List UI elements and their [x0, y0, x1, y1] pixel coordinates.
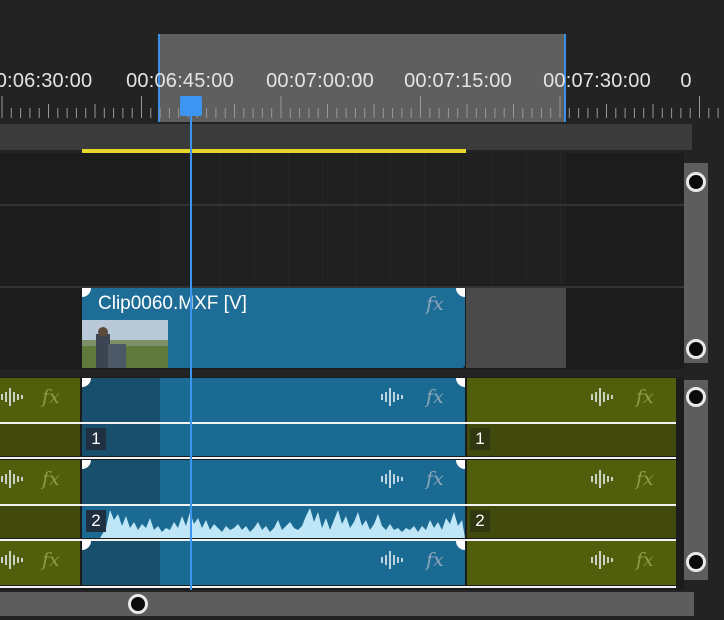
timecode-label: 00:07:00:00	[266, 70, 374, 92]
grid-line	[288, 153, 289, 285]
waveform-icon	[1, 388, 23, 406]
waveform-icon	[381, 388, 403, 406]
scroll-handle-top[interactable]	[686, 172, 706, 192]
waveform-icon	[1, 470, 23, 488]
grid-line	[424, 153, 425, 285]
audio-clip-shade	[82, 541, 160, 585]
grid-line	[322, 153, 323, 285]
scroll-handle-bottom[interactable]	[686, 339, 706, 359]
audio-vertical-scrollbar[interactable]	[684, 380, 708, 580]
grid-line	[526, 153, 527, 285]
scroll-handle-bottom[interactable]	[686, 552, 706, 572]
waveform-icon	[381, 470, 403, 488]
fx-badge[interactable]: fx	[636, 549, 654, 571]
horizontal-scroll-handle[interactable]	[128, 594, 148, 614]
grid-line	[458, 153, 459, 285]
playhead-line[interactable]	[190, 98, 192, 590]
timecode-label: 00:07:30:00	[543, 70, 651, 92]
waveform-icon	[591, 388, 613, 406]
audio-waveform	[100, 508, 465, 538]
fx-badge[interactable]: fx	[426, 386, 444, 408]
audio-waveform-area	[0, 424, 80, 456]
waveform-icon	[1, 551, 23, 569]
grid-line	[220, 153, 221, 285]
timecode-label: 0	[680, 70, 692, 92]
audio-waveform-area	[0, 506, 80, 538]
grid-line	[492, 153, 493, 285]
fx-badge[interactable]: fx	[42, 549, 60, 571]
audio-clip-shade	[82, 378, 160, 422]
clip-divider-line	[0, 504, 676, 506]
audio-channel-label: 1	[470, 428, 490, 450]
fx-badge[interactable]: fx	[636, 386, 654, 408]
clip-divider-line	[0, 457, 676, 459]
waveform-icon	[591, 551, 613, 569]
grid-line	[356, 153, 357, 285]
grid-line	[390, 153, 391, 285]
fx-badge[interactable]: fx	[426, 293, 444, 315]
audio-waveform-area	[467, 506, 676, 538]
ruler-ticks	[1, 96, 719, 118]
scroll-handle-top[interactable]	[686, 387, 706, 407]
empty-clip-area	[466, 288, 566, 368]
timecode-label: 0:06:30:00	[0, 70, 93, 92]
fx-badge[interactable]: fx	[426, 549, 444, 571]
playhead-handle[interactable]	[180, 96, 202, 116]
audio-channel-label: 2	[86, 510, 106, 532]
fx-badge[interactable]: fx	[426, 468, 444, 490]
clip-divider-line	[0, 422, 676, 424]
audio-waveform-area	[467, 424, 676, 456]
horizontal-scrollbar[interactable]	[0, 592, 694, 616]
video-vertical-scrollbar[interactable]	[684, 163, 708, 363]
waveform-icon	[591, 470, 613, 488]
audio-channel-label: 2	[470, 510, 490, 532]
fx-badge[interactable]: fx	[42, 468, 60, 490]
timecode-label: 00:06:45:00	[126, 70, 234, 92]
waveform-icon	[381, 551, 403, 569]
grid-line	[560, 153, 561, 285]
work-area-bar[interactable]	[0, 124, 692, 150]
timecode-label: 00:07:15:00	[404, 70, 512, 92]
audio-channel-label: 1	[86, 428, 106, 450]
audio-clip-shade	[82, 460, 160, 504]
track-separator	[0, 204, 684, 206]
fx-badge[interactable]: fx	[636, 468, 654, 490]
fx-badge[interactable]: fx	[42, 386, 60, 408]
video-audio-divider[interactable]	[0, 369, 716, 377]
clip-name: Clip0060.MXF [V]	[98, 293, 247, 314]
clip-divider-line	[0, 586, 676, 588]
clip-thumbnail	[82, 320, 168, 368]
grid-line	[254, 153, 255, 285]
